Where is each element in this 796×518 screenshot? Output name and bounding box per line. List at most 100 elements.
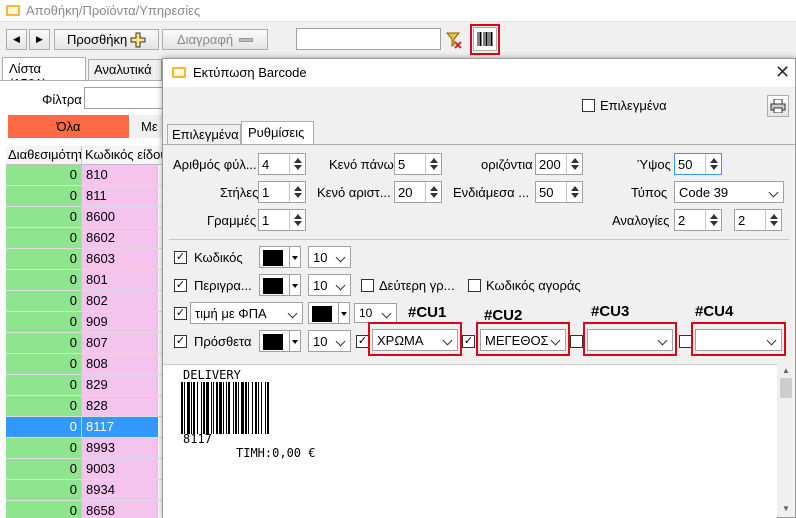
code-cell: 810: [82, 165, 158, 185]
code-cell: 829: [82, 375, 158, 395]
cu2-checkbox[interactable]: ✓: [462, 335, 475, 348]
filter-input[interactable]: [84, 87, 164, 109]
code-cell: 801: [82, 270, 158, 290]
tab-list[interactable]: Λίστα (1501): [2, 57, 86, 91]
columns-spinner[interactable]: 1: [258, 181, 306, 203]
all-filter-button[interactable]: Όλα: [8, 115, 129, 138]
cu4-select[interactable]: [695, 329, 782, 351]
cu3-checkbox[interactable]: [570, 335, 583, 348]
extra-color-picker[interactable]: [259, 330, 301, 352]
code-size-value: 10: [313, 249, 328, 265]
barcode-button[interactable]: [473, 27, 497, 51]
plus-icon: [130, 32, 146, 47]
more-filter-button[interactable]: Με: [131, 115, 162, 138]
scroll-up-icon[interactable]: ▲: [782, 366, 790, 375]
code-cell: 807: [82, 333, 158, 353]
columns-label: Στήλες: [220, 185, 259, 200]
availability-cell: 0: [6, 249, 82, 269]
table-row[interactable]: 0 8600: [6, 207, 162, 228]
cu2-value: ΜΕΓΕΘΟΣ: [485, 332, 549, 348]
selected-checkbox[interactable]: [582, 99, 595, 112]
columns-value: 1: [262, 184, 270, 200]
table-row[interactable]: 0 828: [6, 396, 162, 417]
cu2-select[interactable]: ΜΕΓΕΘΟΣ: [480, 329, 566, 351]
table-row[interactable]: 0 8934: [6, 480, 162, 501]
price-checkbox[interactable]: ✓: [174, 307, 187, 320]
header-code[interactable]: Κωδικός είδους: [82, 146, 162, 164]
delete-button[interactable]: Διαγραφή: [162, 29, 268, 50]
table-row[interactable]: 0 8658: [6, 501, 162, 518]
tab-analytic-label: Αναλυτικά: [94, 62, 152, 77]
dialog-title: Εκτύπωση Barcode: [193, 65, 307, 80]
tab-analytic[interactable]: Αναλυτικά: [88, 59, 162, 80]
ratio-b-spinner[interactable]: 2: [734, 209, 782, 231]
price-size-select[interactable]: 10: [354, 303, 397, 323]
add-button[interactable]: Προσθήκη: [54, 29, 159, 50]
table-row[interactable]: 0 829: [6, 375, 162, 396]
table-row[interactable]: 0 8993: [6, 438, 162, 459]
cu3-tag: #CU3: [591, 303, 630, 320]
table-row[interactable]: 0 807: [6, 333, 162, 354]
code-color-picker[interactable]: [259, 246, 301, 268]
extra-size-select[interactable]: 10: [308, 330, 351, 352]
table-row[interactable]: 0 8602: [6, 228, 162, 249]
desc-size-select[interactable]: 10: [308, 274, 351, 296]
close-icon[interactable]: ✕: [775, 62, 790, 83]
table-row[interactable]: 0 9003: [6, 459, 162, 480]
folder-icon: [172, 67, 186, 78]
price-color-picker[interactable]: [308, 302, 350, 324]
margin-left-spinner[interactable]: 20: [394, 181, 442, 203]
next-button[interactable]: ▶: [29, 29, 50, 50]
cu1-select[interactable]: ΧΡΩΜΑ: [372, 329, 458, 351]
second-desc-checkbox[interactable]: [361, 279, 374, 292]
table-row[interactable]: 0 808: [6, 354, 162, 375]
purchase-code-checkbox[interactable]: [468, 279, 481, 292]
table-row[interactable]: 0 801: [6, 270, 162, 291]
height-spinner[interactable]: 50: [674, 153, 722, 175]
availability-cell: 0: [6, 480, 82, 500]
horizontal-spinner[interactable]: 200: [535, 153, 583, 175]
preview-scrollbar[interactable]: ▲ ▼: [777, 364, 795, 517]
second-desc-label: Δεύτερη γρ...: [379, 278, 455, 293]
code-cell: 8602: [82, 228, 158, 248]
dialog-tab-selected[interactable]: Επιλεγμένα: [167, 124, 241, 144]
header-availability[interactable]: Διαθεσιμότητα: [6, 146, 82, 164]
table-row[interactable]: 0 811: [6, 186, 162, 207]
code-size-select[interactable]: 10: [308, 246, 351, 268]
table-body: 0 810 0 811 0 8600 0 8602 0 8603 0 801 0 802 0 909 0 807 0…: [6, 165, 162, 518]
barcode-image: [181, 382, 269, 434]
table-row[interactable]: 0 810: [6, 165, 162, 186]
clear-filter-button[interactable]: [444, 30, 464, 50]
desc-checkbox[interactable]: ✓: [174, 279, 187, 292]
margin-top-spinner[interactable]: 5: [394, 153, 442, 175]
table-row[interactable]: 0 8603: [6, 249, 162, 270]
chevron-down-icon: [335, 252, 346, 263]
availability-cell: 0: [6, 438, 82, 458]
code-cell: 8934: [82, 480, 158, 500]
rows-spinner[interactable]: 1: [258, 209, 306, 231]
availability-cell: 0: [6, 396, 82, 416]
prev-button[interactable]: ◀: [6, 29, 27, 50]
code-cell: 828: [82, 396, 158, 416]
type-select[interactable]: Code 39: [674, 181, 784, 203]
code-checkbox[interactable]: ✓: [174, 251, 187, 264]
dialog-tab-selected-label: Επιλεγμένα: [172, 127, 239, 142]
folder-icon: [6, 5, 20, 16]
code-cell: 808: [82, 354, 158, 374]
dialog-tab-settings[interactable]: Ρυθμίσεις: [241, 121, 314, 145]
table-row[interactable]: 0 8117: [6, 417, 162, 438]
desc-color-picker[interactable]: [259, 274, 301, 296]
middle-spinner[interactable]: 50: [535, 181, 583, 203]
search-input[interactable]: [296, 28, 441, 50]
print-button[interactable]: [767, 95, 789, 117]
sheet-count-spinner[interactable]: 4: [258, 153, 306, 175]
table-row[interactable]: 0 802: [6, 291, 162, 312]
price-option-select[interactable]: τιμή με ΦΠΑ: [190, 302, 303, 324]
scroll-thumb[interactable]: [780, 378, 792, 398]
table-row[interactable]: 0 909: [6, 312, 162, 333]
extra-checkbox[interactable]: ✓: [174, 335, 187, 348]
ratio-b-value: 2: [738, 212, 746, 228]
cu3-select[interactable]: [587, 329, 673, 351]
scroll-down-icon[interactable]: ▼: [782, 504, 790, 513]
ratio-a-spinner[interactable]: 2: [674, 209, 722, 231]
